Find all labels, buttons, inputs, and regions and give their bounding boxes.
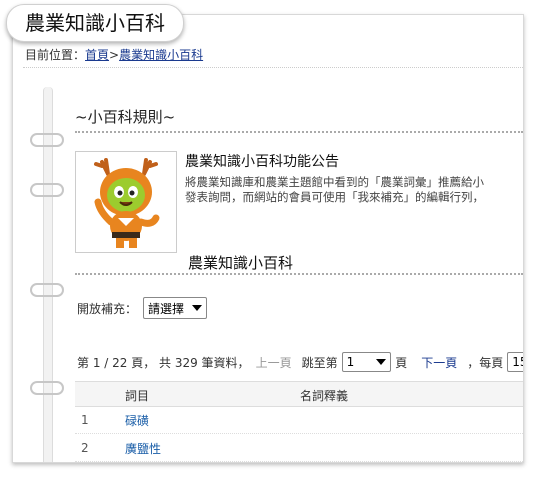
dotted-divider: [75, 273, 523, 275]
binder-ring-icon: [30, 183, 64, 197]
binder-ring-icon: [30, 283, 64, 297]
binder-ring-icon: [30, 381, 64, 395]
breadcrumb-home-link[interactable]: 首頁: [85, 48, 109, 62]
filter-label: 開放補充：: [77, 301, 138, 316]
row-number: 2: [81, 441, 89, 455]
select-value: 15: [512, 355, 523, 369]
rules-title: ~小百科規則~: [75, 108, 176, 126]
open-supplement-select[interactable]: 請選擇: [143, 297, 208, 319]
mascot-image: [75, 151, 177, 253]
breadcrumb-separator: >: [109, 48, 120, 62]
jump-prefix: 跳至第: [301, 355, 338, 370]
table-header: 詞目 名詞釋義: [75, 381, 523, 407]
column-header-definition: 名詞釋義: [300, 389, 349, 403]
term-link[interactable]: 碌磺: [125, 412, 149, 429]
announcement-line: 發表詢問，而網站的會員可使用「我來補充」的編輯行列，: [185, 190, 484, 204]
announcement-line: 將農業知識庫和農業主題館中看到的「農業詞彙」推薦給小: [185, 175, 484, 189]
per-page-label: ，每頁: [467, 355, 504, 370]
jump-suffix: 頁: [395, 355, 408, 370]
filter-row: 開放補充： 請選擇: [77, 297, 208, 319]
page-jump-select[interactable]: 1: [341, 352, 392, 372]
column-header-term: 詞目: [125, 389, 150, 403]
breadcrumb: 目前位置：首頁>農業知識小百科: [25, 46, 203, 63]
binder-ring-icon: [30, 133, 64, 147]
content-card: 目前位置：首頁>農業知識小百科 ~小百科規則~ 農業知識小百科功能公告 將農業知…: [12, 14, 524, 463]
next-page-link[interactable]: 下一頁: [421, 354, 457, 371]
top-divider: [23, 67, 523, 68]
dotted-divider: [75, 131, 523, 133]
announcement-title: 農業知識小百科功能公告: [185, 154, 339, 170]
per-page-select[interactable]: 15: [507, 352, 523, 372]
breadcrumb-current-link[interactable]: 農業知識小百科: [119, 48, 203, 62]
select-value: 1: [346, 355, 355, 369]
term-link[interactable]: 廣鹽性: [125, 440, 161, 457]
select-value: 請選擇: [148, 301, 185, 316]
deer-mascot-icon: [94, 158, 160, 248]
chevron-down-icon: [376, 359, 387, 365]
announcement-text: 將農業知識庫和農業主題館中看到的「農業詞彙」推薦給小 發表詢問，而網站的會員可使…: [185, 175, 523, 205]
table-row: 2 廣鹽性: [75, 433, 523, 462]
section-title: 農業知識小百科: [188, 254, 294, 272]
pagination: 第 1 / 22 頁， 共 329 筆資料， 上一頁 跳至第 1 頁 下一頁 ，…: [77, 352, 523, 372]
page-title-tab: 農業知識小百科: [6, 4, 184, 42]
prev-page-link[interactable]: 上一頁: [256, 354, 292, 371]
chevron-down-icon: [192, 305, 203, 311]
row-number: 1: [81, 413, 89, 427]
table-row: 1 碌磺: [75, 405, 523, 434]
page-info: 第 1 / 22 頁， 共 329 筆資料，: [77, 355, 250, 370]
breadcrumb-prefix: 目前位置：: [25, 48, 86, 62]
